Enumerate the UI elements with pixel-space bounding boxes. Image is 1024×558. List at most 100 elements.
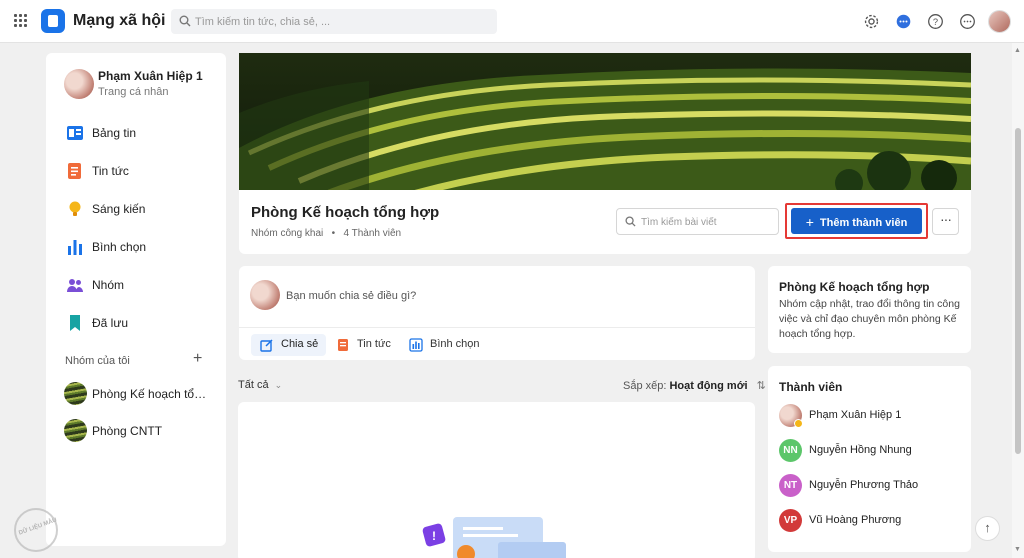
about-title: Phòng Kế hoạch tổng hợp (779, 280, 930, 294)
poll-icon (409, 338, 423, 352)
vertical-scrollbar[interactable]: ▲ ▼ (1012, 43, 1024, 558)
member-name: Nguyễn Phương Thảo (809, 479, 919, 491)
group-item[interactable]: Phòng Kế hoạch tổn... (64, 382, 214, 408)
my-groups-heading: Nhóm của tôi (65, 355, 130, 367)
sample-data-watermark: DỮ LIỆU MẪU (14, 508, 58, 552)
post-search-input[interactable] (641, 214, 773, 230)
group-privacy: Nhóm công khai (251, 228, 324, 239)
scroll-down-icon[interactable]: ▼ (1014, 546, 1021, 553)
composer-tab-label: Bình chọn (430, 338, 480, 350)
group-item-label: Phòng CNTT (92, 424, 163, 438)
back-to-top-button[interactable]: ↑ (975, 516, 1000, 541)
admin-badge-icon (794, 419, 803, 428)
sidebar-item-saved[interactable]: Đã lưu (64, 312, 214, 336)
avatar: VP (779, 509, 802, 532)
member-name: Phạm Xuân Hiệp 1 (809, 409, 902, 421)
member-name: Nguyễn Hồng Nhung (809, 444, 912, 456)
sidebar-item-label: Nhóm (92, 278, 125, 292)
poll-icon (68, 240, 82, 255)
sidebar-item-label: Bình chọn (92, 240, 147, 254)
about-description: Nhóm cập nhật, trao đổi thông tin công v… (779, 298, 960, 340)
app-name[interactable]: Mạng xã hội (73, 12, 165, 30)
composer-tab-label: Chia sẻ (281, 338, 319, 350)
add-group-icon[interactable]: + (193, 351, 202, 367)
sidebar-item-groups[interactable]: Nhóm (64, 274, 214, 298)
group-about-card: Phòng Kế hoạch tổng hợp Nhóm cập nhật, t… (768, 266, 971, 353)
group-header: Phòng Kế hoạch tổng hợp Nhóm công khai •… (239, 190, 971, 254)
member-item[interactable]: NN Nguyễn Hồng Nhung (779, 439, 964, 463)
avatar: NN (779, 439, 802, 462)
add-member-highlight: + Thêm thành viên (785, 203, 928, 239)
group-icon (67, 279, 83, 292)
plus-icon: + (805, 214, 814, 230)
post-composer: Bạn muốn chia sẻ điều gì? Chia sẻ Tin tứ… (239, 266, 755, 360)
sidebar-item-label: Tin tức (92, 164, 129, 178)
global-search[interactable] (171, 9, 497, 34)
sidebar-item-initiatives[interactable]: Sáng kiến (64, 198, 214, 222)
share-edit-icon (260, 339, 273, 352)
left-sidebar: Phạm Xuân Hiệp 1 Trang cá nhân Bảng tin … (46, 53, 226, 546)
divider (239, 327, 755, 328)
rice-terrace-image (239, 53, 971, 190)
sidebar-item-poll[interactable]: Bình chọn (64, 236, 214, 260)
user-avatar[interactable] (988, 10, 1011, 33)
filter-dropdown[interactable]: Tất cả ⌄ (238, 379, 282, 391)
member-item[interactable]: NT Nguyễn Phương Thảo (779, 474, 964, 498)
help-icon[interactable]: ? (927, 13, 944, 30)
composer-tab-news[interactable]: Tin tức (327, 334, 399, 356)
group-title: Phòng Kế hoạch tổng hợp (251, 204, 440, 221)
news-icon (68, 163, 81, 179)
scroll-up-icon[interactable]: ▲ (1014, 47, 1021, 54)
member-item[interactable]: Phạm Xuân Hiệp 1 (779, 404, 964, 428)
svg-text:!: ! (432, 529, 436, 543)
group-avatar (64, 382, 87, 405)
chat-icon[interactable] (895, 13, 912, 30)
sidebar-item-label: Bảng tin (92, 126, 137, 140)
search-input[interactable] (195, 13, 485, 30)
group-meta: Nhóm công khai • 4 Thành viên (251, 228, 401, 239)
profile-name[interactable]: Phạm Xuân Hiệp 1 (98, 69, 203, 83)
app-logo[interactable] (41, 9, 65, 33)
svg-text:?: ? (933, 17, 938, 27)
members-title: Thành viên (779, 380, 843, 394)
group-item[interactable]: Phòng CNTT (64, 419, 214, 445)
search-icon (179, 15, 191, 27)
sidebar-item-news[interactable]: Tin tức (64, 160, 214, 184)
sort-label: Sắp xếp: (623, 380, 667, 392)
group-cover-image (239, 53, 971, 190)
avatar: NT (779, 474, 802, 497)
news-icon (338, 339, 348, 351)
filter-label: Tất cả (238, 379, 269, 391)
composer-input[interactable]: Bạn muốn chia sẻ điều gì? (286, 290, 416, 302)
group-item-label: Phòng Kế hoạch tổn... (92, 387, 210, 401)
post-search[interactable] (616, 208, 779, 235)
add-member-label: Thêm thành viên (819, 217, 908, 229)
composer-avatar (250, 280, 280, 310)
chevron-down-icon: ⌄ (274, 380, 283, 390)
empty-feed-illustration: ! (422, 517, 566, 558)
composer-tab-label: Tin tức (357, 338, 391, 350)
composer-tab-share[interactable]: Chia sẻ (251, 334, 327, 356)
more-options-icon[interactable] (959, 13, 976, 30)
top-bar: Mạng xã hội ? (0, 0, 1024, 43)
profile-avatar[interactable] (64, 69, 94, 99)
group-more-button[interactable]: ··· (932, 208, 959, 235)
group-member-count[interactable]: 4 Thành viên (343, 228, 401, 239)
app-grid-icon[interactable] (14, 14, 28, 28)
newsfeed-icon (67, 126, 83, 140)
sidebar-item-label: Đã lưu (92, 316, 129, 330)
bookmark-icon (70, 315, 80, 331)
sidebar-item-label: Sáng kiến (92, 202, 146, 216)
arrow-up-icon: ↑ (984, 520, 991, 535)
member-item[interactable]: VP Vũ Hoàng Phương (779, 509, 964, 533)
members-card: Thành viên Phạm Xuân Hiệp 1 NN Nguyễn Hồ… (768, 366, 971, 552)
sort-icon: ⇅ (756, 380, 766, 392)
sort-control[interactable]: Sắp xếp: Hoạt động mới ⇅ (623, 379, 766, 392)
search-icon (625, 216, 636, 227)
composer-tab-poll[interactable]: Bình chọn (400, 334, 488, 356)
scrollbar-thumb[interactable] (1015, 128, 1021, 454)
sidebar-item-newsfeed[interactable]: Bảng tin (64, 122, 214, 146)
meta-separator: • (326, 228, 341, 239)
add-member-button[interactable]: + Thêm thành viên (791, 208, 922, 234)
gear-icon[interactable] (863, 13, 880, 30)
